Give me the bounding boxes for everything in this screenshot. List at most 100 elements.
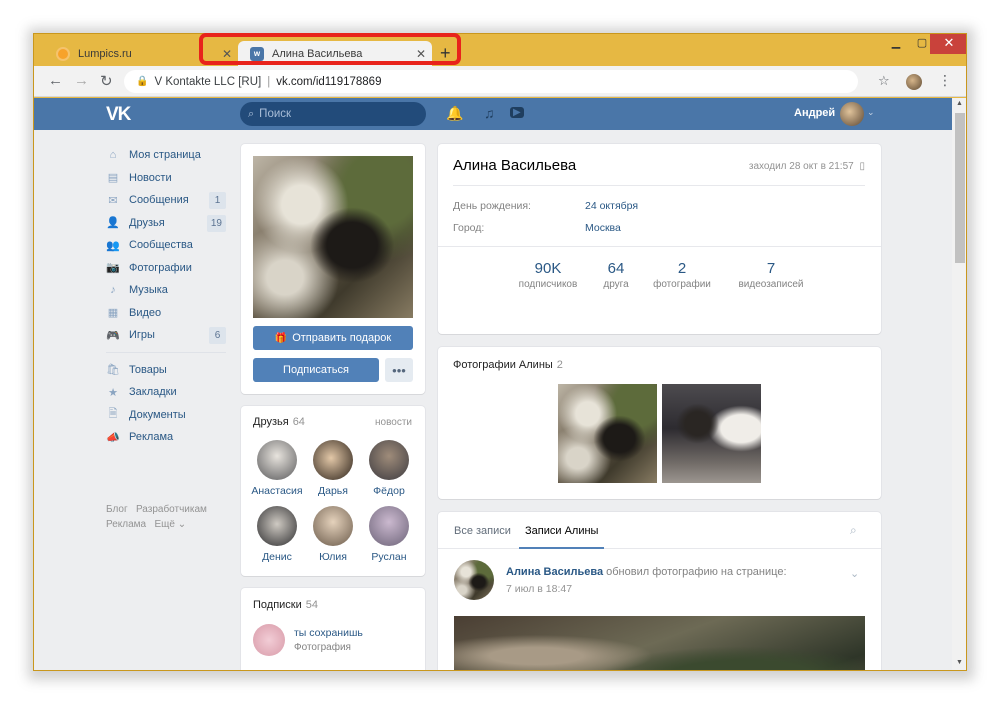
menu-item-friends[interactable]: 👤 Друзья 19 (106, 212, 226, 235)
post-author-name[interactable]: Алина Васильева (506, 566, 603, 578)
user-avatar[interactable] (840, 102, 864, 126)
last-seen-text: заходил 28 окт в 21:57 (748, 161, 854, 172)
stat-friends[interactable]: 64 друга (586, 260, 646, 290)
divider (453, 185, 865, 186)
footer-blog-link[interactable]: Блог (106, 504, 128, 515)
friend-name: Анастасия (251, 485, 303, 497)
address-bar[interactable]: 🔒 V Kontakte LLC [RU] | vk.com/id1191788… (124, 70, 858, 93)
menu-item-label: Новости (129, 171, 172, 184)
menu-item-messages[interactable]: ✉ Сообщения 1 (106, 189, 226, 212)
menu-item-video[interactable]: ▦ Видео (106, 302, 226, 325)
music-icon[interactable]: ♫ (484, 105, 495, 121)
video-icon[interactable]: ▶ (510, 107, 524, 118)
city-value[interactable]: Москва (585, 222, 621, 234)
friend-avatar (257, 506, 297, 546)
scroll-down-icon[interactable]: ▼ (956, 659, 963, 666)
stat-followers[interactable]: 90K подписчиков (508, 260, 588, 290)
profile-photo[interactable] (253, 156, 413, 318)
profile-photo-card: 🎁 Отправить подарок Подписаться ••• (241, 144, 425, 394)
counter-badge: 6 (209, 327, 226, 344)
search-icon[interactable]: ⌕ (850, 523, 857, 538)
lumpics-favicon-icon (56, 46, 70, 61)
subscription-type: Фотография (294, 642, 351, 653)
stat-photos[interactable]: 2 фотографии (644, 260, 720, 290)
menu-item-communities[interactable]: 👥 Сообщества (106, 234, 226, 257)
browser-menu-icon[interactable]: ⋮ (938, 72, 952, 89)
current-user-name[interactable]: Андрей (794, 107, 835, 119)
photos-title[interactable]: Фотографии Алины 2 (453, 359, 563, 371)
photo-thumbnail[interactable] (558, 384, 657, 483)
more-actions-button[interactable]: ••• (385, 358, 413, 382)
subscriptions-card: Подписки 54 ты сохранишь Фотография (241, 588, 425, 670)
tab-own-posts[interactable]: Записи Алины (518, 525, 605, 549)
chevron-down-icon[interactable]: ⌄ (867, 107, 875, 118)
menu-item-games[interactable]: 🎮 Игры 6 (106, 324, 226, 347)
friend-item[interactable]: Руслан (361, 506, 417, 563)
friends-count: 64 (292, 416, 305, 428)
post-author-avatar[interactable] (454, 560, 494, 600)
home-icon: ⌂ (109, 149, 117, 162)
friend-name: Денис (262, 551, 292, 563)
menu-item-ads[interactable]: 📣 Реклама (106, 426, 226, 449)
address-separator: | (267, 75, 271, 88)
footer-dev-link[interactable]: Разработчикам (136, 504, 207, 515)
subscription-name[interactable]: ты сохранишь (294, 627, 363, 639)
menu-item-label: Сообщества (129, 239, 193, 252)
footer-more-link[interactable]: Ещё ⌄ (154, 519, 186, 530)
footer-ads-link[interactable]: Реклама (106, 519, 146, 530)
stat-label: фотографии (653, 279, 711, 290)
menu-item-music[interactable]: ♪ Музыка (106, 279, 226, 302)
friends-title[interactable]: Друзья 64 (253, 416, 305, 428)
friend-item[interactable]: Фёдор (361, 440, 417, 497)
birthday-value[interactable]: 24 октября (585, 200, 638, 212)
forward-icon[interactable]: → (74, 72, 89, 89)
scrollbar-thumb[interactable] (955, 113, 965, 263)
reload-icon[interactable]: ↻ (100, 72, 113, 90)
back-icon[interactable]: ← (48, 72, 63, 89)
city-label: Город: (453, 222, 485, 234)
scroll-up-icon[interactable]: ▲ (956, 100, 963, 107)
bell-icon[interactable]: 🔔 (446, 105, 463, 122)
lock-icon[interactable]: 🔒 (136, 76, 148, 87)
subscription-avatar[interactable] (253, 624, 285, 656)
post-image[interactable] (454, 616, 865, 670)
post-date[interactable]: 7 июл в 18:47 (506, 583, 572, 595)
friend-item[interactable]: Юлия (305, 506, 361, 563)
friend-item[interactable]: Дарья (305, 440, 361, 497)
photos-count: 2 (556, 359, 563, 371)
friends-news-link[interactable]: новости (375, 417, 412, 428)
friend-item[interactable]: Денис (249, 506, 305, 563)
chevron-down-icon[interactable]: ⌄ (850, 567, 859, 580)
address-url[interactable]: vk.com/id119178869 (276, 76, 381, 88)
menu-item-news[interactable]: ▤ Новости (106, 167, 226, 190)
profile-avatar-icon[interactable] (906, 74, 922, 90)
menu-item-photos[interactable]: 📷 Фотографии (106, 257, 226, 280)
friend-item[interactable]: Анастасия (249, 440, 305, 497)
menu-item-bookmarks[interactable]: ★ Закладки (106, 381, 226, 404)
vk-search-input[interactable]: ⌕ Поиск (240, 102, 426, 126)
browser-window: Lumpics.ru ✕ w Алина Васильева ✕ + ▁ ▢ ✕… (33, 33, 967, 671)
subscriptions-title[interactable]: Подписки 54 (253, 599, 318, 611)
vk-logo[interactable]: VK (106, 104, 131, 126)
bookmark-star-icon[interactable]: ☆ (878, 73, 890, 89)
megaphone-icon: 📣 (106, 431, 120, 444)
music-note-icon: ♪ (110, 284, 116, 297)
friend-avatar (369, 506, 409, 546)
send-gift-button[interactable]: 🎁 Отправить подарок (253, 326, 413, 350)
menu-item-label: Друзья (129, 216, 165, 229)
page-scrollbar[interactable]: ▲ ▼ (952, 98, 966, 670)
birthday-label: День рождения: (453, 200, 531, 212)
gift-icon: 🎁 (274, 332, 288, 344)
wall-tabs: Все записи Записи Алины ⌕ (438, 512, 881, 549)
menu-item-documents[interactable]: 🗎 Документы (106, 404, 226, 427)
film-icon: ▦ (107, 307, 119, 320)
photo-thumbnail[interactable] (662, 384, 761, 483)
menu-item-goods[interactable]: 🛍 Товары (106, 359, 226, 382)
stat-videos[interactable]: 7 видеозаписей (728, 260, 814, 290)
close-window-button[interactable]: ✕ (930, 34, 966, 54)
minimize-button[interactable]: ▁ (882, 34, 910, 54)
subscribe-button[interactable]: Подписаться (253, 358, 379, 382)
message-icon: ✉ (108, 194, 118, 207)
tab-all-posts[interactable]: Все записи (454, 525, 511, 537)
menu-item-my-page[interactable]: ⌂ Моя страница (106, 144, 226, 167)
